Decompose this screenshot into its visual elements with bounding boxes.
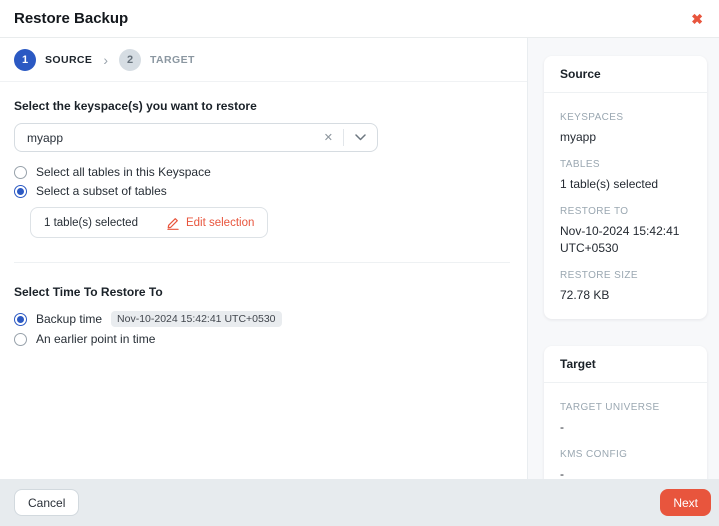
keyspace-select-label: Select the keyspace(s) you want to resto… — [14, 99, 510, 113]
restore-time-label: Select Time To Restore To — [14, 285, 510, 299]
pencil-icon — [166, 216, 180, 230]
form-content: Select the keyspace(s) you want to resto… — [0, 82, 527, 479]
source-field-value: 1 table(s) selected — [560, 176, 691, 192]
source-field-label: TABLES — [560, 159, 691, 170]
radio-backup-time[interactable]: Backup time Nov-10-2024 15:42:41 UTC+053… — [14, 311, 510, 327]
source-field-label: RESTORE TO — [560, 206, 691, 217]
keyspace-select-value: myapp — [15, 131, 314, 145]
source-field-label: KEYSPACES — [560, 112, 691, 123]
radio-subset-tables[interactable]: Select a subset of tables — [14, 184, 510, 198]
source-summary-card: Source KEYSPACES myapp TABLES 1 table(s)… — [544, 56, 707, 319]
page-title: Restore Backup — [14, 10, 128, 27]
target-field-label: TARGET UNIVERSE — [560, 402, 691, 413]
step-source-number: 1 — [14, 49, 36, 71]
target-card-title: Target — [544, 346, 707, 383]
next-button[interactable]: Next — [660, 489, 711, 516]
radio-earlier-point[interactable]: An earlier point in time — [14, 332, 510, 346]
source-field-label: RESTORE SIZE — [560, 270, 691, 281]
wizard-stepper: 1 SOURCE › 2 TARGET — [0, 38, 527, 82]
source-field-value: myapp — [560, 129, 691, 145]
edit-selection-button[interactable]: Edit selection — [166, 216, 254, 230]
close-icon[interactable]: ✖ — [689, 10, 705, 28]
target-field-label: KMS CONFIG — [560, 449, 691, 460]
section-divider — [14, 262, 510, 263]
chevron-down-icon[interactable] — [344, 134, 377, 141]
radio-all-tables-control[interactable] — [14, 166, 27, 179]
step-target[interactable]: 2 TARGET — [119, 49, 195, 71]
source-card-title: Source — [544, 56, 707, 93]
chevron-right-icon: › — [103, 53, 108, 67]
step-target-label: TARGET — [150, 54, 195, 66]
cancel-button[interactable]: Cancel — [14, 489, 79, 516]
source-field-value: 72.78 KB — [560, 287, 691, 303]
target-field-value: - — [560, 466, 691, 479]
keyspace-select[interactable]: myapp ✕ — [14, 123, 378, 152]
radio-subset-tables-control[interactable] — [14, 185, 27, 198]
table-selection-summary-box: 1 table(s) selected Edit selection — [30, 207, 268, 238]
radio-backup-time-label: Backup time — [36, 312, 102, 326]
edit-selection-label: Edit selection — [186, 217, 254, 229]
target-field-value: - — [560, 419, 691, 435]
step-target-number: 2 — [119, 49, 141, 71]
radio-backup-time-control[interactable] — [14, 313, 27, 326]
backup-time-badge: Nov-10-2024 15:42:41 UTC+0530 — [111, 311, 281, 327]
selection-summary: 1 table(s) selected — [44, 217, 138, 229]
radio-all-tables-label: Select all tables in this Keyspace — [36, 165, 211, 179]
modal-footer: Cancel Next — [0, 479, 719, 526]
step-source[interactable]: 1 SOURCE — [14, 49, 92, 71]
target-summary-card: Target TARGET UNIVERSE - KMS CONFIG - — [544, 346, 707, 479]
restore-backup-modal: Restore Backup ✖ 1 SOURCE › 2 TARGET Sel… — [0, 0, 719, 526]
summary-sidebar: Source KEYSPACES myapp TABLES 1 table(s)… — [527, 38, 719, 479]
main-panel: 1 SOURCE › 2 TARGET Select the keyspace(… — [0, 38, 527, 479]
radio-all-tables[interactable]: Select all tables in this Keyspace — [14, 165, 510, 179]
modal-titlebar: Restore Backup ✖ — [0, 0, 719, 38]
radio-earlier-point-control[interactable] — [14, 333, 27, 346]
source-field-value: Nov-10-2024 15:42:41 UTC+0530 — [560, 223, 691, 255]
radio-subset-tables-label: Select a subset of tables — [36, 184, 167, 198]
step-source-label: SOURCE — [45, 54, 92, 66]
radio-earlier-point-label: An earlier point in time — [36, 332, 155, 346]
clear-icon[interactable]: ✕ — [314, 131, 343, 144]
